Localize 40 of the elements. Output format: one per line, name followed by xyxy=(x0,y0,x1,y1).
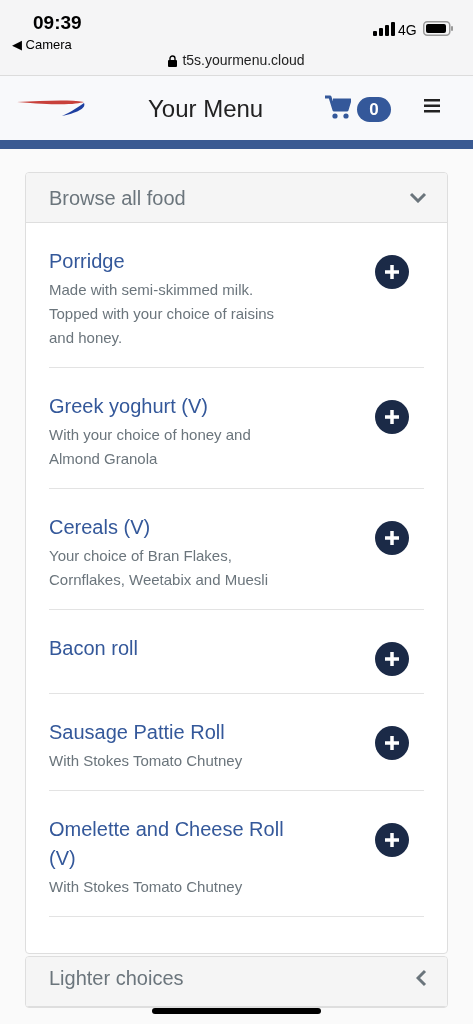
section-title: Lighter choices xyxy=(49,965,184,991)
back-link[interactable]: ◀ Camera xyxy=(12,35,72,55)
item-description: Your choice of Bran Flakes, Cornflakes, Weetabix and Muesli xyxy=(49,546,269,590)
item-description: With Stokes Tomato Chutney xyxy=(49,877,244,897)
item-name: Sausage Pattie Roll xyxy=(49,720,226,745)
plus-icon xyxy=(384,832,400,848)
item-name: Porridge xyxy=(49,249,126,274)
item-description: With your choice of honey and Almond Granola xyxy=(49,425,252,469)
item-name: Bacon roll xyxy=(49,636,139,661)
add-button[interactable] xyxy=(375,521,409,555)
url-text[interactable]: t5s.yourmenu.cloud xyxy=(182,50,305,71)
signal-icon xyxy=(373,22,395,36)
add-button[interactable] xyxy=(375,255,409,289)
section-header[interactable]: Browse all food xyxy=(26,173,447,223)
add-button[interactable] xyxy=(375,642,409,676)
menu-icon[interactable] xyxy=(424,99,440,113)
lock-icon xyxy=(168,54,178,67)
network-label: 4G xyxy=(398,21,417,40)
cart-icon[interactable] xyxy=(325,95,351,120)
section-title: Browse all food xyxy=(49,185,186,211)
plus-icon xyxy=(384,409,400,425)
add-button[interactable] xyxy=(375,726,409,760)
plus-icon xyxy=(384,264,400,280)
plus-icon xyxy=(384,735,400,751)
chevron-down-icon xyxy=(409,192,427,203)
status-time: 09:39 xyxy=(33,11,82,35)
plus-icon xyxy=(384,530,400,546)
page-title: Your Menu xyxy=(148,94,264,124)
item-name: Cereals (V) xyxy=(49,515,152,540)
item-name: Omelette and Cheese Roll (V) xyxy=(49,817,285,871)
section-header[interactable]: Lighter choices xyxy=(26,957,447,1007)
item-description: With Stokes Tomato Chutney xyxy=(49,751,244,771)
item-name: Greek yoghurt (V) xyxy=(49,394,209,419)
plus-icon xyxy=(384,651,400,667)
item-description: Made with semi-skimmed milk. Topped with your choice of raisins and honey. xyxy=(49,280,276,348)
cart-count-badge: 0 xyxy=(357,97,391,122)
add-button[interactable] xyxy=(375,400,409,434)
add-button[interactable] xyxy=(375,823,409,857)
battery-icon xyxy=(423,21,453,36)
chevron-left-icon xyxy=(416,968,427,987)
